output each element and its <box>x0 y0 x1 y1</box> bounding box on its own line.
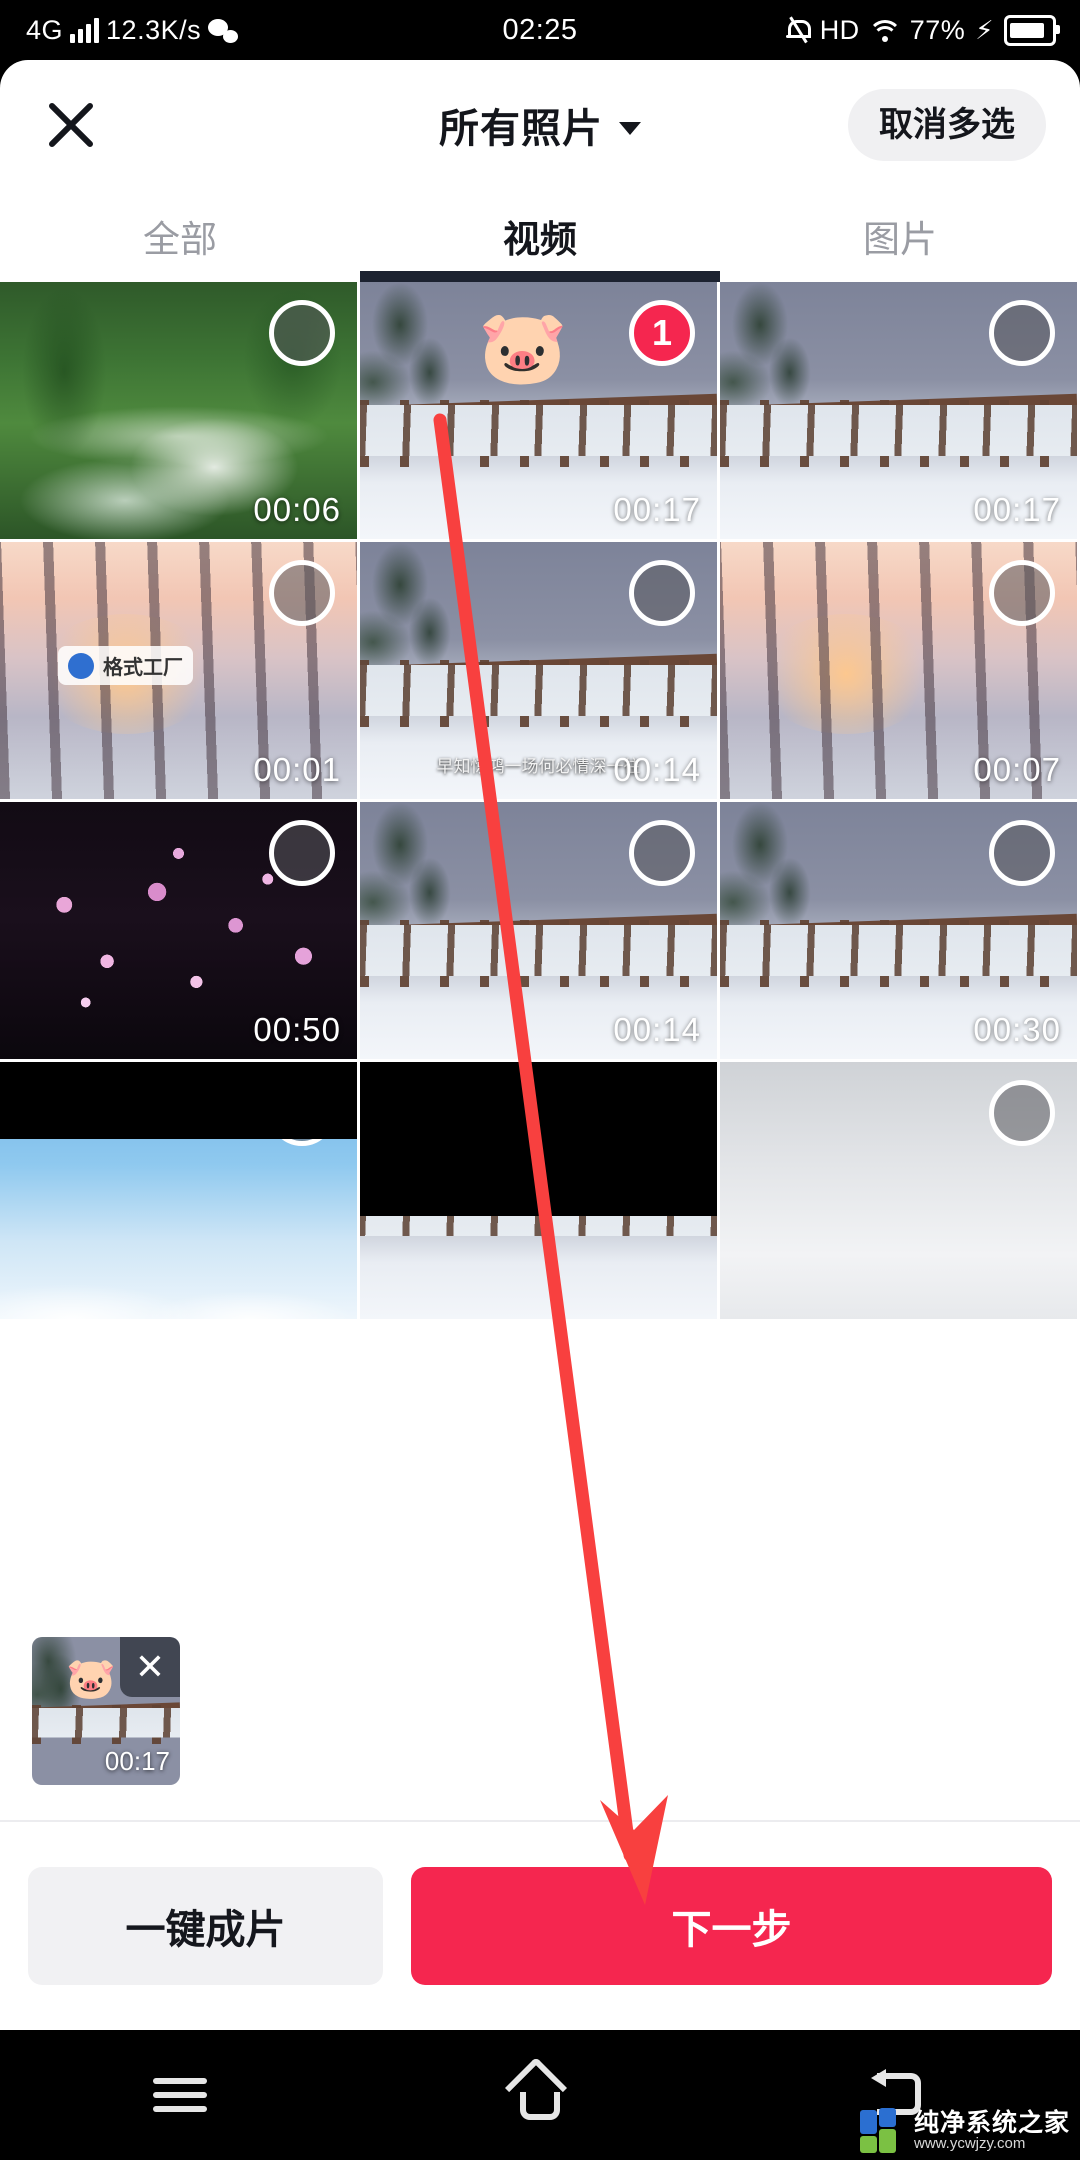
battery-icon <box>1004 14 1060 46</box>
select-circle[interactable] <box>989 560 1055 626</box>
watermark-text: 格式工厂 <box>103 657 183 679</box>
status-bar-right: HD 77% ⚡ <box>785 14 1060 46</box>
nav-menu-button[interactable] <box>0 2070 360 2120</box>
media-item[interactable] <box>0 1062 360 1322</box>
duration-label: 00:06 <box>253 491 341 528</box>
select-circle[interactable] <box>989 1080 1055 1146</box>
media-item[interactable] <box>720 1062 1080 1322</box>
select-circle[interactable] <box>989 300 1055 366</box>
status-bar: 4G 12.3K/s 02:25 HD 77% ⚡ <box>0 0 1080 60</box>
duration-label: 00:14 <box>613 751 701 788</box>
tab-video[interactable]: 视频 <box>360 190 720 282</box>
letterbox-bar <box>360 1062 717 1217</box>
page-title: 所有照片 <box>439 107 603 151</box>
duration-label: 00:07 <box>973 751 1061 788</box>
watermark-text-block: 纯净系统之家 www.ycwjzy.com <box>914 2110 1070 2152</box>
network-type-label: 4G <box>26 14 64 45</box>
app-sheet: 所有照片 取消多选 全部 视频 图片 00:06 🐷 1 00:17 00:17 <box>0 60 1080 2030</box>
bottom-action-bar: 一键成片 下一步 <box>0 1820 1080 2030</box>
watermark-title: 纯净系统之家 <box>913 2109 1070 2137</box>
duration-label: 00:17 <box>104 1746 170 1776</box>
media-item[interactable]: 早知惊鸿一场何必情深一往 00:14 <box>360 542 720 802</box>
select-circle[interactable] <box>269 560 335 626</box>
cancel-multiselect-button[interactable]: 取消多选 <box>848 89 1046 161</box>
next-step-button[interactable]: 下一步 <box>411 1867 1052 1985</box>
album-selector[interactable]: 所有照片 <box>439 96 641 154</box>
home-icon <box>504 2056 571 2124</box>
select-circle[interactable] <box>989 820 1055 886</box>
tab-all[interactable]: 全部 <box>0 190 360 282</box>
media-grid: 00:06 🐷 1 00:17 00:17 格式工厂 00:01 早知惊鸿一场何… <box>0 282 1080 1322</box>
letterbox-bar <box>0 1062 357 1140</box>
duration-label: 00:50 <box>253 1011 341 1048</box>
remove-selected-icon[interactable]: ✕ <box>120 1637 180 1697</box>
select-circle[interactable] <box>629 560 695 626</box>
watermark-logo-icon <box>859 2108 906 2154</box>
wifi-icon <box>867 18 902 42</box>
select-circle[interactable] <box>269 820 335 886</box>
media-item[interactable]: 00:06 <box>0 282 360 542</box>
media-item[interactable]: 格式工厂 00:01 <box>0 542 360 802</box>
auto-create-button[interactable]: 一键成片 <box>28 1867 383 1985</box>
duration-label: 00:14 <box>613 1011 701 1048</box>
pig-sticker-icon: 🐷 <box>66 1657 116 1701</box>
menu-icon <box>153 2070 207 2120</box>
media-item[interactable]: 00:17 <box>720 282 1080 542</box>
format-factory-watermark: 格式工厂 <box>58 646 193 685</box>
media-type-tabs: 全部 视频 图片 <box>0 190 1080 282</box>
close-icon[interactable] <box>42 96 100 154</box>
site-watermark: 纯净系统之家 www.ycwjzy.com <box>859 2108 1070 2154</box>
wechat-icon <box>208 17 239 43</box>
duration-label: 00:17 <box>613 491 701 528</box>
select-circle[interactable] <box>269 300 335 366</box>
pig-sticker-icon: 🐷 <box>478 308 568 388</box>
media-item[interactable]: 00:30 <box>720 802 1080 1062</box>
watermark-url: www.ycwjzy.com <box>913 2135 1026 2153</box>
duration-label: 00:17 <box>973 491 1061 528</box>
media-item[interactable]: 00:07 <box>720 542 1080 802</box>
selected-tray-item[interactable]: 🐷 ✕ 00:17 <box>32 1637 180 1785</box>
format-factory-logo-icon <box>68 652 94 679</box>
lightning-bolt-icon: ⚡ <box>975 15 994 45</box>
media-item-selected[interactable]: 🐷 1 00:17 <box>360 282 720 542</box>
header-bar: 所有照片 取消多选 <box>0 60 1080 190</box>
chevron-down-icon <box>619 121 641 135</box>
media-item[interactable]: 00:50 <box>0 802 360 1062</box>
selection-order-badge[interactable]: 1 <box>629 300 695 366</box>
battery-percent-label: 77% <box>909 14 966 45</box>
duration-label: 00:01 <box>253 751 341 788</box>
select-circle[interactable] <box>629 820 695 886</box>
nav-home-button[interactable] <box>360 2056 720 2124</box>
network-speed-label: 12.3K/s <box>106 14 202 45</box>
tab-image[interactable]: 图片 <box>720 190 1080 282</box>
media-item[interactable]: 00:14 <box>360 802 720 1062</box>
selected-items-tray: 🐷 ✕ 00:17 <box>0 1605 1080 1820</box>
duration-label: 00:30 <box>973 1011 1061 1048</box>
signal-strength-icon <box>70 17 100 43</box>
media-item[interactable] <box>360 1062 720 1322</box>
mute-bell-icon <box>785 16 811 44</box>
status-bar-left: 4G 12.3K/s <box>26 14 239 46</box>
active-tab-indicator <box>360 271 720 282</box>
hd-label: HD <box>819 14 860 45</box>
